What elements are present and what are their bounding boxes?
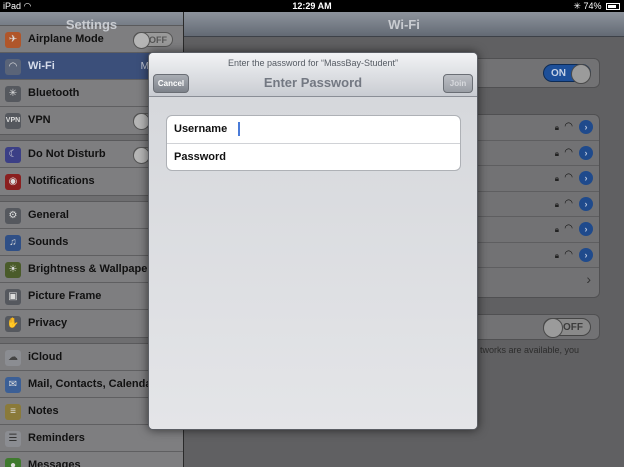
lock-icon: 🔒︎ bbox=[554, 250, 559, 260]
sidebar-item-label: Messages bbox=[28, 459, 81, 467]
sidebar-item-label: Reminders bbox=[28, 432, 85, 444]
wifi-toggle[interactable]: ON bbox=[543, 64, 591, 84]
username-row: Username bbox=[167, 116, 460, 143]
password-input[interactable] bbox=[237, 148, 447, 166]
detail-disclosure-icon[interactable]: › bbox=[579, 196, 593, 211]
sidebar-item-label: Picture Frame bbox=[28, 290, 102, 302]
sidebar-item-label: VPN bbox=[28, 114, 51, 126]
mail-icon: ✉ bbox=[5, 377, 21, 393]
network-row[interactable]: 🔒︎ ◠ › bbox=[464, 243, 599, 268]
lock-icon: 🔒︎ bbox=[554, 225, 559, 234]
network-list: 🔒︎ ◠ › 🔒︎ ◠ › 🔒︎ ◠ › 🔒︎ ◠ › 🔒︎ ◠ › 🔒︎ ◠ › › bbox=[464, 114, 600, 298]
sidebar-item-messages[interactable]: ● Messages bbox=[0, 452, 183, 467]
dialog-body: Username Password bbox=[149, 97, 477, 429]
username-label: Username bbox=[174, 123, 228, 135]
brightness-icon: ☀ bbox=[5, 262, 21, 278]
status-bar: iPad ◠ 12:29 AM ✳ 74% bbox=[0, 0, 624, 12]
airplane-mode-toggle[interactable]: OFF bbox=[133, 32, 173, 49]
lock-icon: 🔒︎ bbox=[554, 148, 559, 158]
sidebar-item-label: Notes bbox=[28, 405, 59, 417]
detail-disclosure-icon[interactable]: › bbox=[579, 120, 593, 134]
bluetooth-icon: ✳ bbox=[573, 1, 581, 11]
lock-icon: 🔒︎ bbox=[554, 174, 559, 183]
messages-icon: ● bbox=[5, 458, 21, 467]
dialog-prompt: Enter the password for “MassBay-Student” bbox=[227, 58, 399, 68]
sidebar-item-label: Privacy bbox=[28, 317, 68, 329]
ask-to-join-group: OFF bbox=[464, 314, 600, 340]
detail-disclosure-icon[interactable]: › bbox=[579, 145, 593, 160]
sidebar-item-label: Notifications bbox=[28, 175, 95, 187]
network-row[interactable]: 🔒︎ ◠ › bbox=[464, 217, 599, 243]
notifications-icon: ◉ bbox=[5, 174, 21, 190]
detail-disclosure-icon[interactable]: › bbox=[579, 222, 593, 236]
speaker-icon: ♫ bbox=[5, 235, 21, 251]
network-row[interactable]: 🔒︎ ◠ › bbox=[464, 141, 599, 166]
picture-frame-icon: ▣ bbox=[5, 289, 21, 305]
reminders-icon: ☰ bbox=[5, 431, 21, 447]
wifi-strength-icon: ◠ bbox=[564, 197, 573, 209]
battery-percent: 74% bbox=[583, 1, 602, 11]
sidebar-item-label: Mail, Contacts, Calendars bbox=[28, 378, 162, 390]
wifi-icon: ◠ bbox=[5, 59, 21, 75]
sidebar-item-label: General bbox=[28, 209, 69, 221]
other-network-row[interactable]: › bbox=[464, 268, 599, 294]
wifi-toggle-group: ON bbox=[464, 58, 600, 88]
password-label: Password bbox=[174, 151, 226, 163]
notes-icon: ≡ bbox=[5, 404, 21, 420]
username-input[interactable] bbox=[237, 120, 447, 138]
sidebar-item-label: Sounds bbox=[28, 236, 69, 248]
sidebar-item-label: Wi-Fi bbox=[28, 60, 55, 72]
ask-to-join-note: tworks are available, you bbox=[480, 345, 580, 355]
chevron-right-icon: › bbox=[586, 271, 591, 287]
sidebar-item-label: Do Not Disturb bbox=[28, 148, 106, 160]
moon-icon: ☾ bbox=[5, 147, 21, 163]
bluetooth-icon: ✳ bbox=[5, 86, 21, 102]
ask-to-join-toggle[interactable]: OFF bbox=[543, 318, 591, 338]
wifi-strength-icon: ◠ bbox=[564, 121, 573, 132]
sidebar-item-label: Brightness & Wallpaper bbox=[28, 263, 152, 275]
network-row[interactable]: 🔒︎ ◠ › bbox=[464, 192, 599, 217]
sidebar-item-label: Bluetooth bbox=[28, 87, 80, 99]
cancel-button[interactable]: Cancel bbox=[153, 74, 189, 93]
sidebar-item-airplane-mode[interactable]: ✈ Airplane Mode OFF bbox=[0, 26, 183, 53]
status-right: ✳ 74% bbox=[573, 0, 620, 12]
dialog-navbar: Enter the password for “MassBay-Student”… bbox=[149, 53, 477, 97]
lock-icon: 🔒︎ bbox=[554, 199, 559, 209]
credentials-form: Username Password bbox=[166, 115, 461, 171]
hand-icon: ✋ bbox=[5, 316, 21, 332]
cloud-icon: ☁ bbox=[5, 350, 21, 366]
network-row[interactable]: 🔒︎ ◠ › bbox=[464, 115, 599, 141]
status-time: 12:29 AM bbox=[292, 1, 332, 11]
enter-password-dialog: Enter the password for “MassBay-Student”… bbox=[148, 52, 478, 430]
detail-disclosure-icon[interactable]: › bbox=[579, 247, 593, 262]
wifi-strength-icon: ◠ bbox=[564, 223, 573, 234]
lock-icon: 🔒︎ bbox=[554, 123, 559, 132]
detail-disclosure-icon[interactable]: › bbox=[579, 171, 593, 185]
vpn-icon: VPN bbox=[5, 113, 21, 129]
wifi-strength-icon: ◠ bbox=[564, 146, 573, 158]
network-row[interactable]: 🔒︎ ◠ › bbox=[464, 166, 599, 192]
dialog-title: Enter Password bbox=[263, 75, 363, 90]
password-row: Password bbox=[167, 143, 460, 170]
battery-icon bbox=[606, 3, 620, 11]
detail-title: Wi-Fi bbox=[184, 12, 624, 37]
wifi-strength-icon: ◠ bbox=[564, 248, 573, 260]
wifi-strength-icon: ◠ bbox=[564, 172, 573, 183]
airplane-icon: ✈ bbox=[5, 32, 21, 48]
sidebar-item-label: Airplane Mode bbox=[28, 33, 104, 45]
sidebar-item-label: iCloud bbox=[28, 351, 63, 363]
join-button[interactable]: Join bbox=[443, 74, 473, 93]
gear-icon: ⚙ bbox=[5, 208, 21, 224]
